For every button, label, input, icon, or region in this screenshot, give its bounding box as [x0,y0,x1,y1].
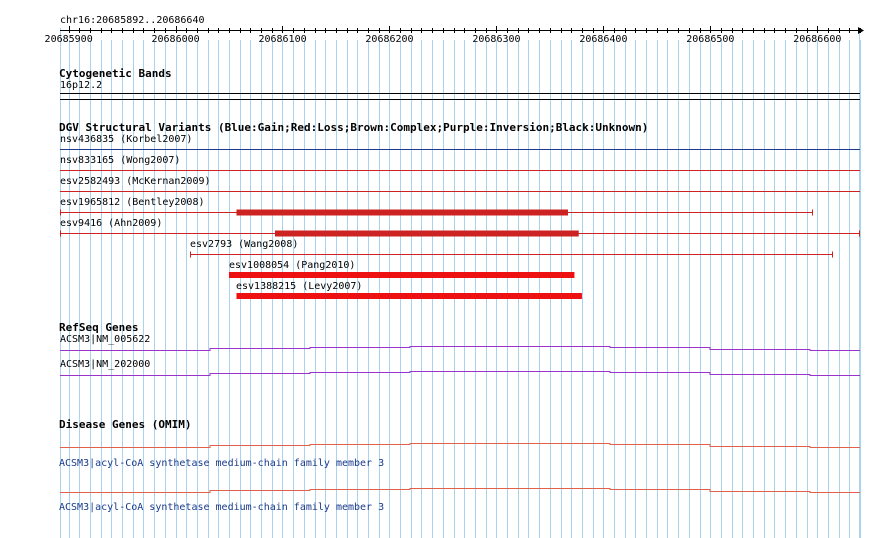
omim-gene-line [60,488,860,493]
dgv-track-title: DGV Structural Variants (Blue:Gain;Red:L… [59,121,649,134]
cytoband-label[interactable]: 16p12.2 [60,80,102,92]
omim-track-title: Disease Genes (OMIM) [59,418,192,431]
refseq-gene-line [60,371,860,376]
cytoband-track-title: Cytogenetic Bands [59,67,172,80]
ruler-tick-label: 20686400 [579,34,628,45]
refseq-track-title: RefSeq Genes [59,321,139,334]
dgv-variant-bar [236,209,569,216]
ruler-tick-label: 20686500 [686,34,735,45]
genome-browser-view: chr16:20685892..20686640 20685900 2068600… [0,0,890,538]
refseq-gene-line [60,346,860,351]
dgv-variant-label[interactable]: esv9416 (Ahn2009) [60,218,162,230]
dgv-variant-bar [236,293,582,299]
location-label: chr16:20685892..20686640 [60,15,205,26]
dgv-variant-label[interactable]: esv1388215 (Levy2007) [236,281,362,293]
refseq-gene-label[interactable]: ACSM3|NM_005622 [60,334,150,346]
dgv-variant-bar [274,230,579,237]
dgv-variant-label[interactable]: esv2793 (Wang2008) [190,239,298,251]
omim-gene-label[interactable]: ACSM3|acyl-CoA synthetase medium-chain f… [59,458,384,470]
omim-gene-line [60,443,860,448]
ruler-tick-label: 20686600 [793,34,842,45]
dgv-variant-label[interactable]: esv1008054 (Pang2010) [229,260,355,272]
ruler-tick-label: 20686000 [151,34,200,45]
ruler-tick-label: 20685900 [44,34,93,45]
dgv-variant-label[interactable]: esv1965812 (Bentley2008) [60,197,205,209]
dgv-variant-label[interactable]: esv2582493 (McKernan2009) [60,176,211,188]
ruler-tick-label: 20686100 [258,34,307,45]
ruler-tick-label: 20686300 [472,34,521,45]
dgv-variant-label[interactable]: nsv436835 (Korbel2007) [60,134,192,146]
ruler-tick-label: 20686200 [365,34,414,45]
refseq-gene-label[interactable]: ACSM3|NM_202000 [60,359,150,371]
dgv-variant-bar [228,272,575,278]
dgv-variant-label[interactable]: nsv833165 (Wong2007) [60,155,180,167]
omim-gene-label[interactable]: ACSM3|acyl-CoA synthetase medium-chain f… [59,502,384,514]
